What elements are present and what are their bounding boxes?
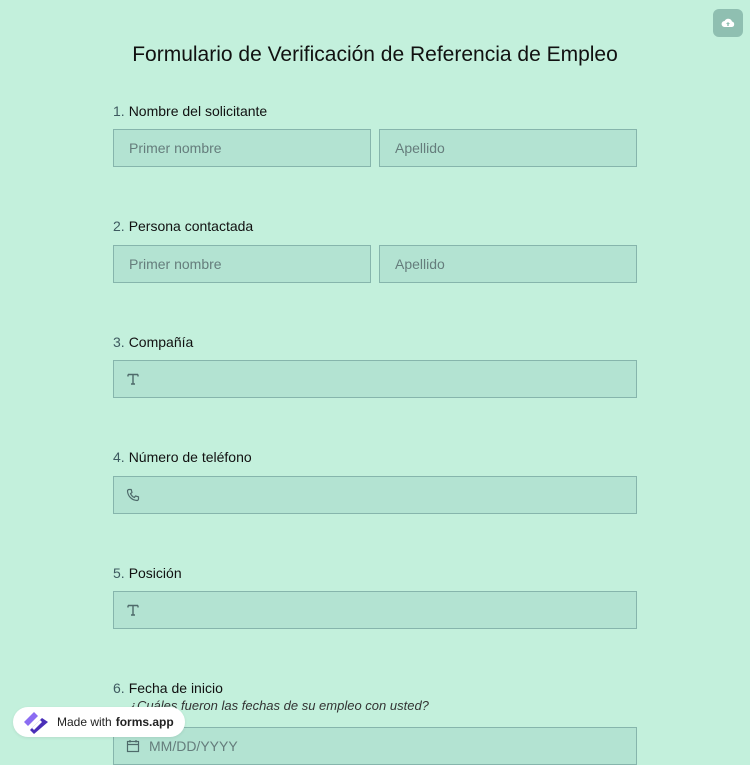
phone-icon <box>126 488 140 502</box>
position-input[interactable] <box>113 591 637 629</box>
forms-app-logo-icon <box>24 712 48 734</box>
question-number: 5. <box>113 565 125 581</box>
cloud-upload-icon <box>721 18 735 27</box>
save-cloud-button[interactable] <box>713 9 743 37</box>
badge-brand: forms.app <box>115 715 174 729</box>
company-input[interactable] <box>113 360 637 398</box>
question-label: Compañía <box>128 334 194 350</box>
question-contacted-person: 2. Persona contactada <box>113 216 637 236</box>
badge-prefix: Made with <box>57 715 112 729</box>
question-number: 4. <box>113 449 125 465</box>
question-label: Fecha de inicio <box>128 680 223 696</box>
question-number: 6. <box>113 680 125 696</box>
question-number: 3. <box>113 334 125 350</box>
question-number: 2. <box>113 218 125 234</box>
placeholder: Apellido <box>395 140 445 156</box>
question-label: Nombre del solicitante <box>128 103 268 119</box>
question-applicant-name: 1. Nombre del solicitante <box>113 101 637 121</box>
question-label: Número de teléfono <box>128 449 252 465</box>
question-start-date: 6. Fecha de inicio ¿Cuáles fueron las fec… <box>113 678 637 713</box>
placeholder: Primer nombre <box>129 256 222 272</box>
calendar-icon <box>126 740 140 753</box>
question-position: 5. Posición <box>113 563 637 583</box>
question-phone: 4. Número de teléfono <box>113 447 637 467</box>
placeholder: Apellido <box>395 256 445 272</box>
start-date-input[interactable]: MM/DD/YYYY <box>113 727 637 765</box>
question-company: 3. Compañía <box>113 332 637 352</box>
text-icon <box>127 373 139 385</box>
question-label: Posición <box>128 565 182 581</box>
applicant-last-name-input[interactable]: Apellido <box>379 129 637 167</box>
page-title: Formulario de Verificación de Referencia… <box>132 43 618 67</box>
placeholder: Primer nombre <box>129 140 222 156</box>
text-icon <box>127 604 139 616</box>
phone-input[interactable] <box>113 476 637 514</box>
applicant-first-name-input[interactable]: Primer nombre <box>113 129 371 167</box>
question-label: Persona contactada <box>128 218 254 234</box>
contact-last-name-input[interactable]: Apellido <box>379 245 637 283</box>
made-with-badge[interactable]: Made with forms.app <box>13 707 185 737</box>
contact-first-name-input[interactable]: Primer nombre <box>113 245 371 283</box>
question-number: 1. <box>113 103 125 119</box>
